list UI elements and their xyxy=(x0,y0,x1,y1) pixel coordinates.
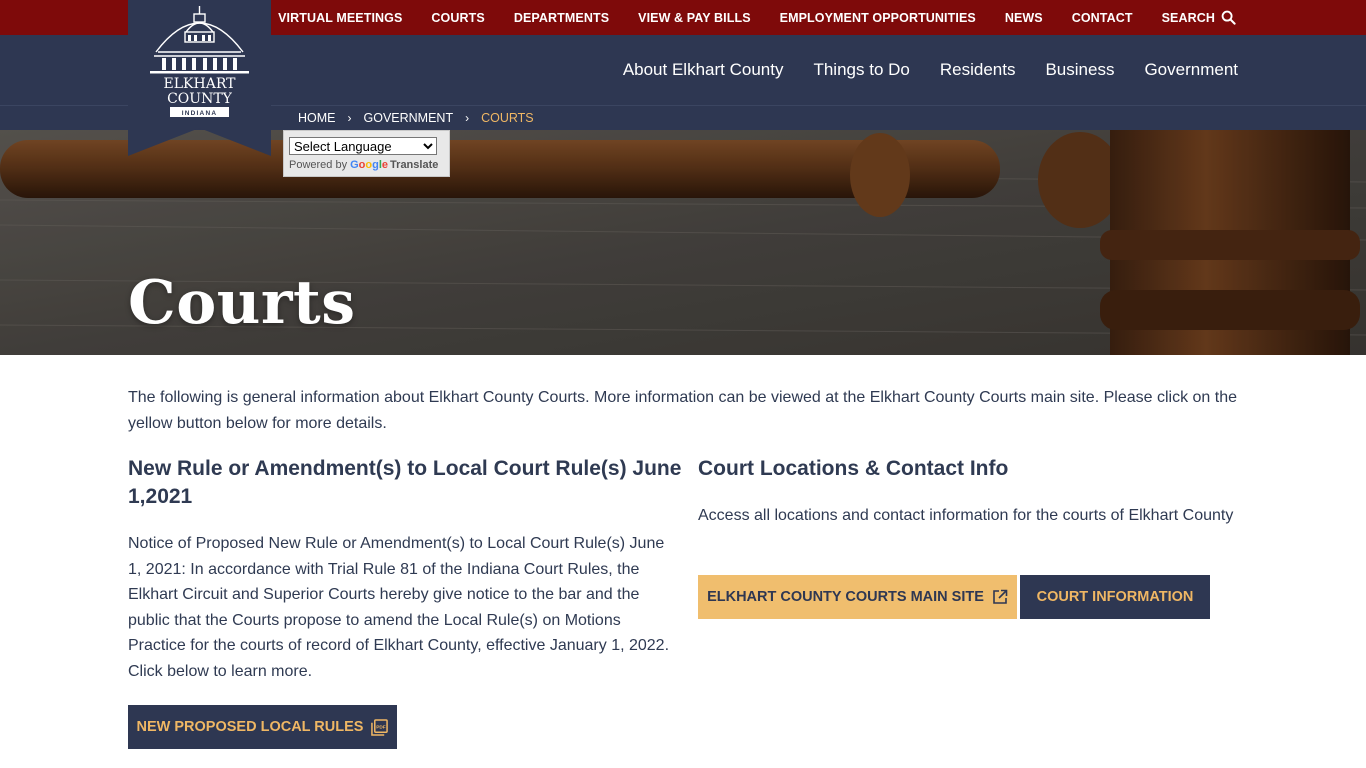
search-button[interactable]: SEARCH xyxy=(1162,10,1236,25)
chevron-right-icon: › xyxy=(347,110,352,125)
logo-line2: COUNTY xyxy=(167,91,233,107)
court-information-button[interactable]: COURT INFORMATION xyxy=(1020,575,1210,619)
intro-text: The following is general information abo… xyxy=(128,389,1237,432)
court-locations-heading: Court Locations & Contact Info xyxy=(698,457,1009,480)
util-link-departments[interactable]: DEPARTMENTS xyxy=(514,11,609,25)
breadcrumb-government[interactable]: GOVERNMENT xyxy=(364,111,454,125)
util-link-contact[interactable]: CONTACT xyxy=(1072,11,1133,25)
page-title: Courts xyxy=(128,268,356,338)
search-icon xyxy=(1221,10,1236,25)
translate-widget: Select Language Powered by Google Transl… xyxy=(283,130,450,177)
courthouse-logo-icon: ELKHART COUNTY INDIANA xyxy=(128,0,271,156)
util-link-employment[interactable]: EMPLOYMENT OPPORTUNITIES xyxy=(780,11,976,25)
local-rules-heading: New Rule or Amendment(s) to Local Court … xyxy=(128,457,682,508)
translate-link[interactable]: Translate xyxy=(390,159,438,171)
new-proposed-local-rules-label: NEW PROPOSED LOCAL RULES xyxy=(136,719,364,735)
utility-nav: VIRTUAL MEETINGS COURTS DEPARTMENTS VIEW… xyxy=(278,0,1236,35)
language-select[interactable]: Select Language xyxy=(289,137,437,155)
google-logo: Google xyxy=(350,159,389,171)
util-link-news[interactable]: NEWS xyxy=(1005,11,1043,25)
main-nav: About Elkhart County Things to Do Reside… xyxy=(623,35,1238,105)
powered-by-label: Powered by xyxy=(289,159,348,171)
util-link-courts[interactable]: COURTS xyxy=(431,11,484,25)
nav-government[interactable]: Government xyxy=(1144,60,1238,80)
courts-main-site-button[interactable]: ELKHART COUNTY COURTS MAIN SITE xyxy=(698,575,1017,619)
logo-line1: ELKHART xyxy=(164,76,237,92)
svg-text:PDF: PDF xyxy=(377,724,387,730)
local-rules-body: Notice of Proposed New Rule or Amendment… xyxy=(128,535,670,680)
nav-things-to-do[interactable]: Things to Do xyxy=(813,60,909,80)
external-link-icon xyxy=(993,589,1008,604)
nav-about[interactable]: About Elkhart County xyxy=(623,60,784,80)
pdf-icon: PDF xyxy=(371,718,389,736)
nav-residents[interactable]: Residents xyxy=(940,60,1016,80)
search-label: SEARCH xyxy=(1161,10,1215,25)
breadcrumb-current: COURTS xyxy=(481,110,534,125)
util-link-view-pay-bills[interactable]: VIEW & PAY BILLS xyxy=(638,11,751,25)
county-logo[interactable]: ELKHART COUNTY INDIANA xyxy=(128,0,271,156)
breadcrumb-home[interactable]: HOME xyxy=(298,111,336,125)
courts-main-site-label: ELKHART COUNTY COURTS MAIN SITE xyxy=(707,589,984,605)
chevron-right-icon: › xyxy=(465,110,470,125)
court-locations-body: Access all locations and contact informa… xyxy=(698,507,1234,524)
new-proposed-local-rules-button[interactable]: NEW PROPOSED LOCAL RULES PDF xyxy=(128,705,397,749)
breadcrumb: HOME › GOVERNMENT › COURTS xyxy=(298,105,534,130)
nav-business[interactable]: Business xyxy=(1045,60,1114,80)
logo-line3: INDIANA xyxy=(182,110,217,117)
util-link-virtual-meetings[interactable]: VIRTUAL MEETINGS xyxy=(278,11,402,25)
powered-by: Powered by Google Translate xyxy=(289,159,449,171)
